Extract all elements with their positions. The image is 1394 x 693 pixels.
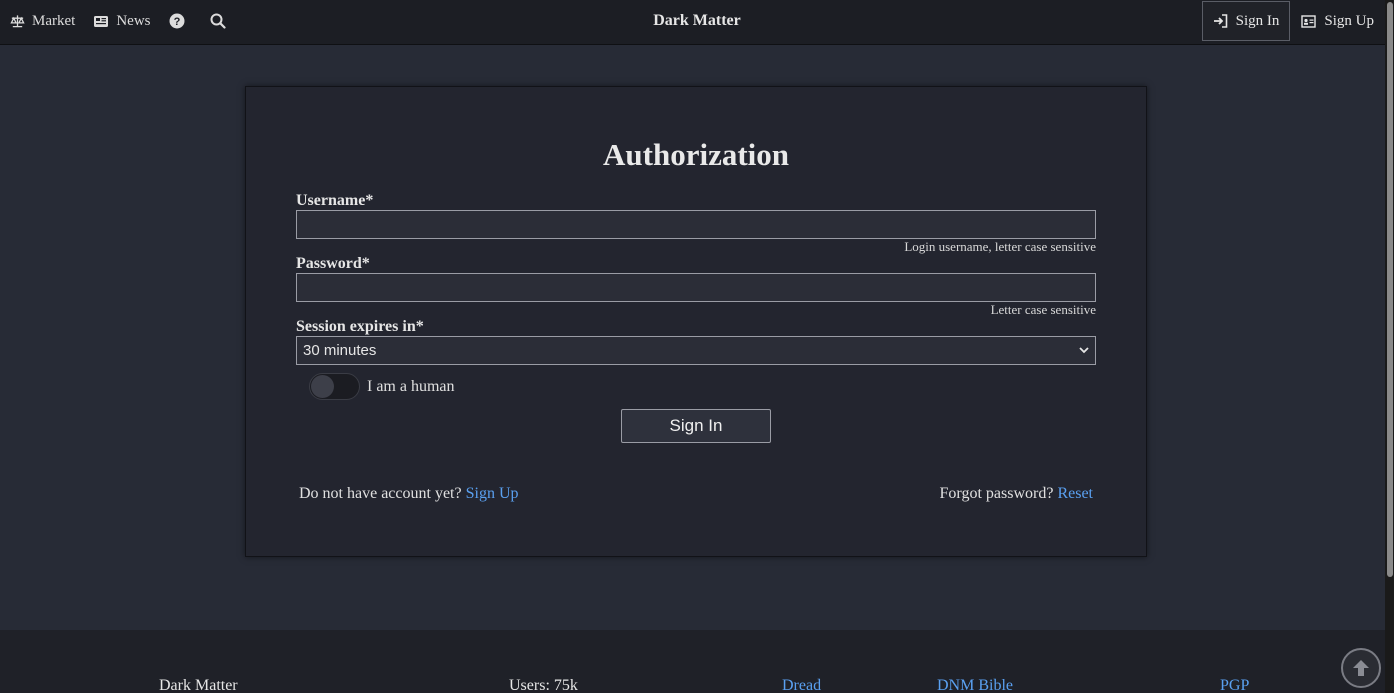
no-account-text: Do not have account yet? bbox=[299, 485, 462, 502]
nav-signup-label: Sign Up bbox=[1324, 12, 1374, 29]
password-input[interactable] bbox=[296, 273, 1096, 302]
forgot-text: Forgot password? bbox=[939, 485, 1054, 502]
reset-link[interactable]: Reset bbox=[1057, 485, 1093, 502]
username-hint: Login username, letter case sensitive bbox=[904, 239, 1096, 254]
footer-site-name: Dark Matter bbox=[159, 677, 238, 693]
footer-link-pgp[interactable]: PGP bbox=[1220, 677, 1249, 693]
signup-link[interactable]: Sign Up bbox=[466, 485, 519, 502]
username-label: Username* bbox=[296, 192, 374, 209]
top-navbar: Market News ? Dark Matter Sign In Sign U… bbox=[0, 0, 1385, 45]
toggle-knob bbox=[311, 375, 334, 398]
password-hint: Letter case sensitive bbox=[990, 302, 1096, 317]
human-toggle[interactable] bbox=[309, 373, 360, 400]
scrollbar-thumb[interactable] bbox=[1387, 2, 1393, 577]
nav-right-group: Sign In Sign Up bbox=[1201, 1, 1385, 41]
scroll-to-top-button[interactable] bbox=[1341, 648, 1381, 688]
reset-prompt: Forgot password? Reset bbox=[940, 485, 1093, 503]
username-input[interactable] bbox=[296, 210, 1096, 239]
human-toggle-row: I am a human bbox=[309, 373, 455, 400]
sign-in-icon bbox=[1213, 14, 1227, 28]
human-toggle-label: I am a human bbox=[367, 377, 455, 395]
auth-card: Authorization Username* Login username, … bbox=[245, 86, 1147, 557]
nav-signup-button[interactable]: Sign Up bbox=[1290, 1, 1385, 41]
nav-signin-label: Sign In bbox=[1235, 12, 1280, 29]
auth-heading: Authorization bbox=[603, 137, 789, 172]
arrow-up-icon bbox=[1353, 660, 1369, 676]
session-select[interactable]: 30 minutes bbox=[296, 336, 1096, 365]
session-label: Session expires in* bbox=[296, 318, 424, 335]
session-selected-value: 30 minutes bbox=[303, 342, 377, 359]
chevron-down-icon bbox=[1079, 347, 1089, 354]
signup-prompt: Do not have account yet? Sign Up bbox=[299, 485, 519, 503]
signin-submit-button[interactable]: Sign In bbox=[621, 409, 771, 443]
nav-signin-button[interactable]: Sign In bbox=[1201, 1, 1291, 41]
id-card-icon bbox=[1301, 14, 1317, 28]
password-label: Password* bbox=[296, 255, 370, 272]
footer-users-count: Users: 75k bbox=[509, 677, 578, 693]
footer: Dark Matter Users: 75k Dread DNM Bible P… bbox=[0, 630, 1385, 693]
footer-link-dnm-bible[interactable]: DNM Bible bbox=[937, 677, 1013, 693]
site-title: Dark Matter bbox=[653, 12, 741, 29]
page-scrollbar[interactable] bbox=[1385, 0, 1394, 693]
footer-link-dread[interactable]: Dread bbox=[782, 677, 821, 693]
